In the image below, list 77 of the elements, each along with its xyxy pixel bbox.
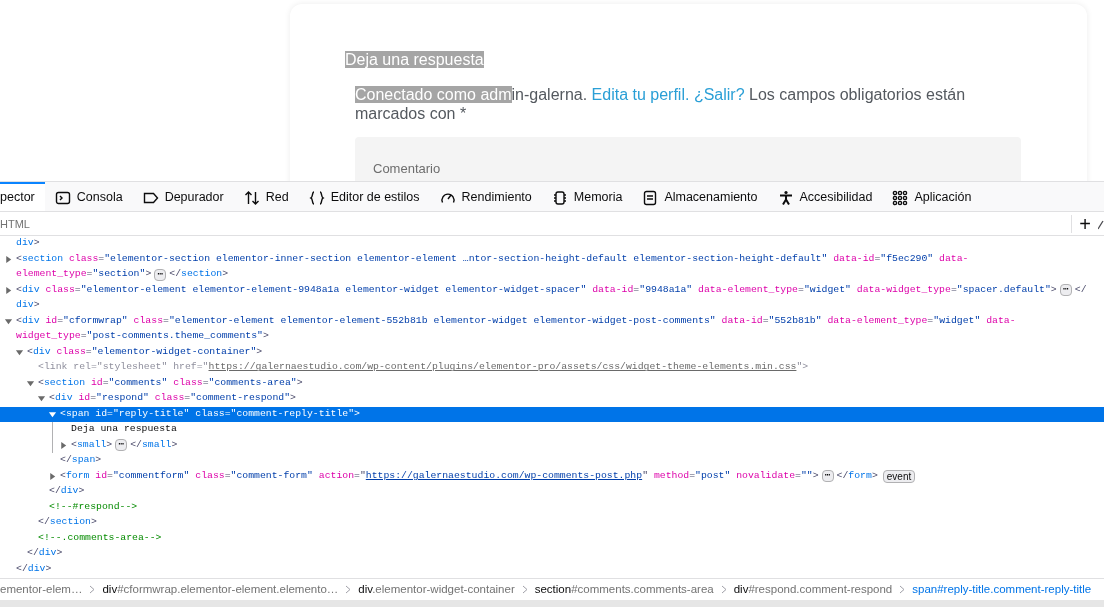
breadcrumb[interactable]: div.elementor-widget-container	[358, 580, 515, 599]
code-line: Deja una respuesta	[71, 422, 177, 437]
console-icon	[54, 189, 71, 206]
devtools-tab[interactable]: Red	[233, 182, 299, 211]
code-line: <!--.comments-area-->	[38, 530, 162, 545]
triangle-icon[interactable]	[4, 316, 13, 326]
chevron-icon	[720, 585, 727, 594]
triangle-icon[interactable]	[4, 254, 13, 264]
code-text: <link rel="stylesheet" href="	[38, 360, 209, 375]
code-text: <small>	[71, 437, 113, 452]
code-line: <div id="cformwrap" class="elementor-element elementor-element-552b81b elementor-widget elementor-widget-post-comments" data-id="552b81b" data-element_type="widget" data-	[16, 313, 1016, 328]
triangle-icon[interactable]	[48, 471, 57, 481]
code-line: div>	[16, 298, 40, 313]
braces-icon	[308, 189, 325, 206]
code-text: </small>	[130, 437, 178, 452]
code-text: " method="post" novalidate="">	[642, 468, 819, 483]
chevron-icon	[89, 585, 96, 594]
code-line: <div class="elementor-widget-container">	[27, 344, 263, 359]
devtools-tab[interactable]: Editor de estilos	[298, 182, 430, 211]
chevron-icon	[899, 585, 906, 594]
devtools-tab[interactable]: Accesibilidad	[767, 182, 883, 211]
triangle-icon[interactable]	[4, 285, 13, 295]
code-line: <span id="reply-title" class="comment-reply-title">	[60, 406, 360, 421]
code-line: div>	[16, 236, 40, 251]
chevron-icon	[345, 585, 352, 594]
code-line: <section id="comments" class="comments-area">	[38, 375, 303, 390]
code-text: </	[1074, 282, 1087, 297]
devtools-tab[interactable]: Almacenamiento	[632, 182, 768, 211]
storage-icon	[642, 189, 659, 206]
code-line: </div>	[49, 484, 85, 499]
code-line: </section>	[38, 515, 97, 530]
reply-title: Deja una respuesta	[345, 51, 484, 68]
person-icon	[777, 189, 794, 206]
code-line: <!--#respond-->	[49, 499, 138, 514]
comment-field[interactable]: Comentario	[355, 137, 1021, 181]
devtools-tab[interactable]: pector	[0, 182, 45, 211]
code-text: ">	[796, 360, 809, 375]
expand-button[interactable]: ⋯	[1059, 284, 1072, 297]
triangle-icon[interactable]	[48, 409, 57, 419]
breadcrumb[interactable]: div#cformwrap.elementor-element.elemento…	[102, 580, 339, 599]
code-text: <form id="commentform" class="comment-form" action="	[60, 468, 366, 483]
breadcrumb[interactable]: section#comments.comments-area	[534, 580, 714, 599]
breadcrumb[interactable]: div#respond.comment-respond	[733, 580, 893, 599]
code-line: </div>	[16, 561, 52, 576]
triangle-icon[interactable]	[26, 378, 35, 388]
code-text: </form>	[836, 468, 878, 483]
code-line: <section class="elementor-section elementor-inner-section elementor-element …ntor-section-height-default elementor-section-height-default" data-id="f5ec290" data-	[16, 251, 969, 266]
chip-icon	[551, 189, 568, 206]
devtools-tab[interactable]: Depurador	[132, 182, 234, 211]
code-link[interactable]: https://galernaestudio.com/wp-content/plugins/elementor-pro/assets/css/widget-theme-elements.min.css	[208, 360, 797, 376]
grid-icon	[892, 189, 909, 206]
login-notice: Conectado como admin-galerna. Edita tu perfil. ¿Salir? Los campos obligatorios están marcados con *	[355, 85, 967, 123]
code-text: </section>	[169, 267, 229, 282]
breadcrumb[interactable]: span#reply-title.comment-reply-title	[912, 580, 1092, 599]
expand-button[interactable]: ⋯	[154, 268, 167, 281]
breadcrumb[interactable]: ementor-elem…	[0, 580, 83, 599]
code-line: <div id="respond" class="comment-respond">	[49, 391, 296, 406]
add-button[interactable]: +	[1072, 212, 1098, 235]
triangle-icon[interactable]	[59, 440, 68, 450]
expand-button[interactable]: ⋯	[821, 470, 834, 483]
devtools-tab[interactable]: Consola	[44, 182, 133, 211]
arrows-icon	[243, 189, 260, 206]
code-line: </span>	[60, 453, 102, 468]
code-text: element_type="section">	[16, 267, 152, 282]
code-line: widget_type="post-comments.theme_comments">	[16, 329, 269, 344]
devtools-tab[interactable]: Rendimiento	[429, 182, 542, 211]
devtools-tab[interactable]: Aplicación	[882, 182, 982, 211]
search-field[interactable]: HTML	[0, 212, 1071, 235]
code-text: <div class="elementor-element elementor-element-9948a1a elementor-widget elementor-widget-spacer" data-id="9948a1a" data-element_type="widget" data-widget_type="spacer.default">	[16, 282, 1057, 297]
chevron-icon	[521, 585, 528, 594]
event-badge[interactable]: event	[882, 469, 916, 483]
code-link[interactable]: https://galernaestudio.com/wp-comments-post.php	[365, 468, 643, 484]
triangle-icon[interactable]	[15, 347, 24, 357]
expand-button[interactable]: ⋯	[115, 439, 128, 452]
triangle-icon[interactable]	[37, 394, 46, 404]
devtools-tab[interactable]: Memoria	[541, 182, 633, 211]
code-line: </div>	[27, 546, 63, 561]
